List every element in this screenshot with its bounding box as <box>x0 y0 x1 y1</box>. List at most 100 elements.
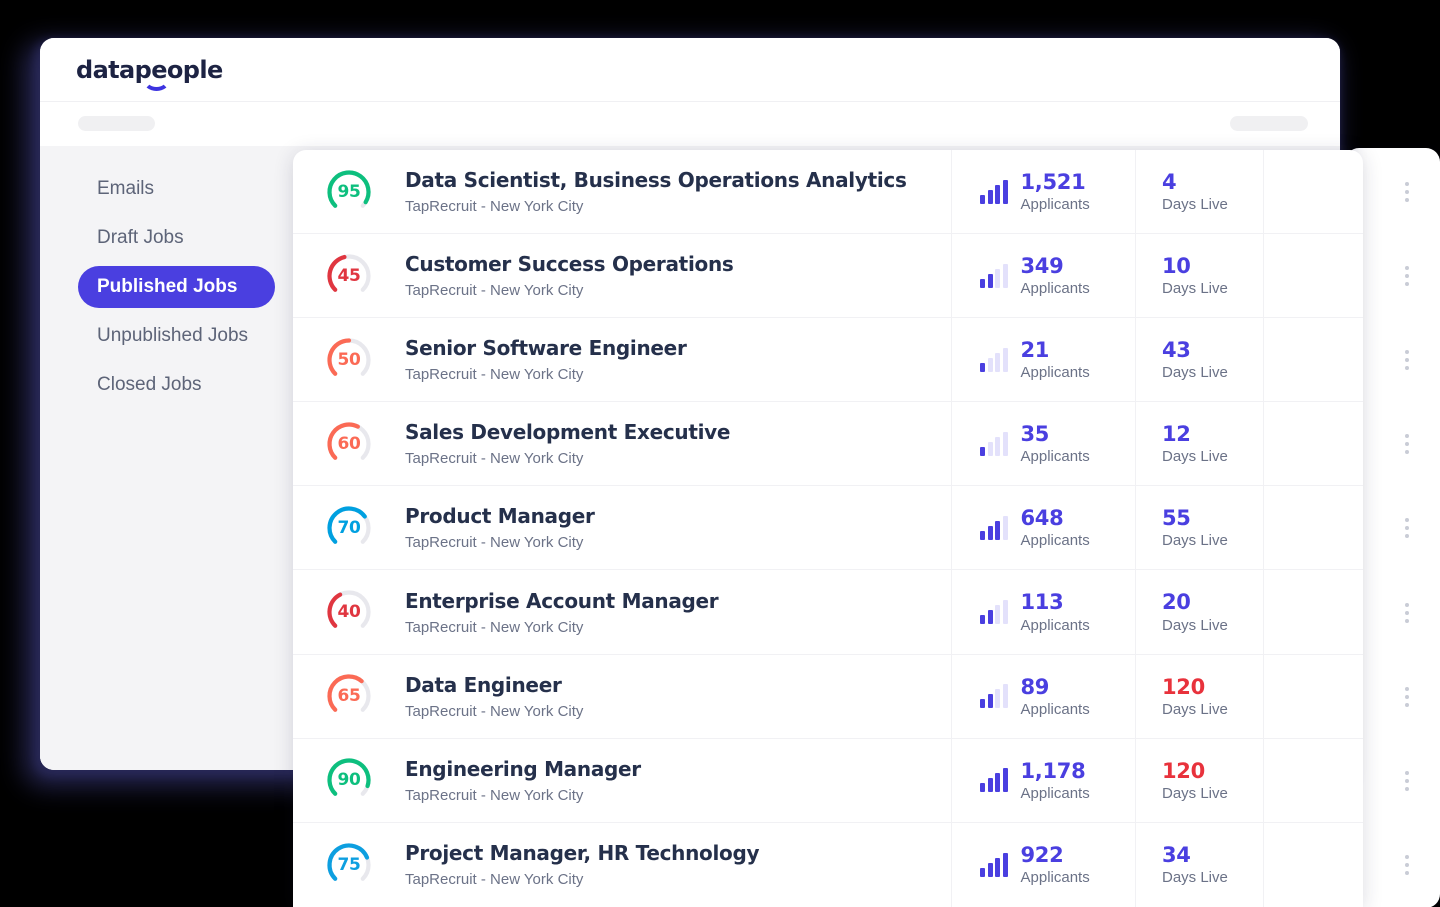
job-title-cell[interactable]: Data Engineer TapRecruit - New York City <box>405 655 951 738</box>
screenshot-stage: datapeople Emails Draft Jobs Published Job… <box>0 0 1440 907</box>
job-title-cell[interactable]: Project Manager, HR Technology TapRecrui… <box>405 823 951 907</box>
job-title-cell[interactable]: Senior Software Engineer TapRecruit - Ne… <box>405 318 951 401</box>
published-jobs-list: 95 Data Scientist, Business Operations A… <box>293 150 1363 907</box>
row-menu-button[interactable] <box>1394 515 1420 541</box>
applicants-label: Applicants <box>1020 532 1090 550</box>
job-row[interactable]: 95 Data Scientist, Business Operations A… <box>293 150 1363 235</box>
applicants-cell: 1,178 Applicants <box>951 738 1135 822</box>
sidebar-item-emails[interactable]: Emails <box>78 168 275 210</box>
row-menu-button[interactable] <box>1394 431 1420 457</box>
applicants-bar-chart-icon <box>980 684 1008 709</box>
days-live-label: Days Live <box>1162 532 1228 550</box>
job-title: Sales Development Executive <box>405 420 731 445</box>
row-menu-cell <box>1263 822 1363 907</box>
applicants-count: 21 <box>1020 338 1050 363</box>
applicants-cell: 35 Applicants <box>951 402 1135 486</box>
row-menu-cell <box>1263 486 1363 570</box>
job-title-cell[interactable]: Engineering Manager TapRecruit - New Yor… <box>405 739 951 822</box>
score-value: 50 <box>337 349 361 370</box>
applicants-label: Applicants <box>1020 700 1090 718</box>
row-menu-button[interactable] <box>1394 263 1420 289</box>
score-value: 65 <box>337 686 361 707</box>
job-score-cell: 40 <box>293 570 405 653</box>
applicants-label: Applicants <box>1020 196 1090 214</box>
row-menu-button[interactable] <box>1394 852 1420 878</box>
days-live-label: Days Live <box>1162 784 1228 802</box>
row-menu-cell <box>1263 234 1363 318</box>
score-value: 40 <box>337 602 361 623</box>
score-gauge-icon: 60 <box>325 420 373 468</box>
row-menu-cell <box>1263 738 1363 822</box>
job-row[interactable]: 40 Enterprise Account Manager TapRecruit… <box>293 570 1363 655</box>
row-menu-cell <box>1263 318 1363 402</box>
sidebar-item-draft-jobs[interactable]: Draft Jobs <box>78 217 275 259</box>
job-title-cell[interactable]: Product Manager TapRecruit - New York Ci… <box>405 486 951 569</box>
job-subtitle: TapRecruit - New York City <box>405 198 584 216</box>
applicants-label: Applicants <box>1020 448 1090 466</box>
job-row[interactable]: 65 Data Engineer TapRecruit - New York C… <box>293 654 1363 739</box>
days-live-cell: 55 Days Live <box>1135 486 1263 570</box>
days-live-count: 12 <box>1162 422 1191 447</box>
job-subtitle: TapRecruit - New York City <box>405 702 584 720</box>
row-menu-button[interactable] <box>1394 600 1420 626</box>
days-live-count: 20 <box>1162 590 1191 615</box>
score-gauge-icon: 50 <box>325 336 373 384</box>
job-score-cell: 95 <box>293 150 405 233</box>
applicants-cell: 648 Applicants <box>951 486 1135 570</box>
job-row[interactable]: 70 Product Manager TapRecruit - New York… <box>293 486 1363 571</box>
applicants-bar-chart-icon <box>980 768 1008 793</box>
applicants-label: Applicants <box>1020 784 1090 802</box>
job-title-cell[interactable]: Data Scientist, Business Operations Anal… <box>405 150 951 233</box>
score-gauge-icon: 70 <box>325 504 373 552</box>
applicants-label: Applicants <box>1020 364 1090 382</box>
job-subtitle: TapRecruit - New York City <box>405 618 584 636</box>
days-live-cell: 20 Days Live <box>1135 570 1263 654</box>
row-menu-button[interactable] <box>1394 768 1420 794</box>
days-live-count: 120 <box>1162 674 1205 699</box>
job-row[interactable]: 90 Engineering Manager TapRecruit - New … <box>293 738 1363 823</box>
toolbar-right-placeholder[interactable] <box>1230 116 1308 131</box>
job-title-cell[interactable]: Enterprise Account Manager TapRecruit - … <box>405 570 951 653</box>
job-row[interactable]: 45 Customer Success Operations TapRecrui… <box>293 234 1363 319</box>
score-gauge-icon: 40 <box>325 588 373 636</box>
row-menu-button[interactable] <box>1394 179 1420 205</box>
job-subtitle: TapRecruit - New York City <box>405 534 584 552</box>
applicants-count: 113 <box>1020 590 1064 615</box>
applicants-bar-chart-icon <box>980 515 1008 540</box>
row-menu-cell <box>1263 654 1363 738</box>
job-score-cell: 60 <box>293 402 405 485</box>
row-menu-button[interactable] <box>1394 347 1420 373</box>
days-live-count: 55 <box>1162 506 1191 531</box>
job-row[interactable]: 50 Senior Software Engineer TapRecruit -… <box>293 318 1363 403</box>
job-title: Data Engineer <box>405 672 562 697</box>
row-menu-cell <box>1263 150 1363 234</box>
applicants-count: 349 <box>1020 254 1064 279</box>
sidebar-item-closed-jobs[interactable]: Closed Jobs <box>78 364 275 406</box>
logo-bar: datapeople <box>40 38 1340 102</box>
sidebar-item-unpublished-jobs[interactable]: Unpublished Jobs <box>78 315 275 357</box>
days-live-label: Days Live <box>1162 700 1228 718</box>
row-menu-button[interactable] <box>1394 684 1420 710</box>
job-row[interactable]: 60 Sales Development Executive TapRecrui… <box>293 402 1363 487</box>
row-menu-cell <box>1263 570 1363 654</box>
job-score-cell: 75 <box>293 823 405 907</box>
applicants-bar-chart-icon <box>980 600 1008 625</box>
job-score-cell: 65 <box>293 655 405 738</box>
job-subtitle: TapRecruit - New York City <box>405 366 584 384</box>
job-title-cell[interactable]: Customer Success Operations TapRecruit -… <box>405 234 951 317</box>
toolbar-left-placeholder[interactable] <box>78 116 155 131</box>
applicants-label: Applicants <box>1020 869 1090 887</box>
job-title: Project Manager, HR Technology <box>405 841 760 866</box>
score-value: 90 <box>337 770 361 791</box>
applicants-cell: 89 Applicants <box>951 654 1135 738</box>
applicants-bar-chart-icon <box>980 347 1008 372</box>
job-row[interactable]: 75 Project Manager, HR Technology TapRec… <box>293 822 1363 907</box>
sidebar-item-published-jobs[interactable]: Published Jobs <box>78 266 275 308</box>
days-live-cell: 10 Days Live <box>1135 234 1263 318</box>
applicants-cell: 349 Applicants <box>951 234 1135 318</box>
days-live-label: Days Live <box>1162 364 1228 382</box>
job-subtitle: TapRecruit - New York City <box>405 871 584 889</box>
job-title-cell[interactable]: Sales Development Executive TapRecruit -… <box>405 402 951 485</box>
job-score-cell: 90 <box>293 739 405 822</box>
applicants-label: Applicants <box>1020 280 1090 298</box>
